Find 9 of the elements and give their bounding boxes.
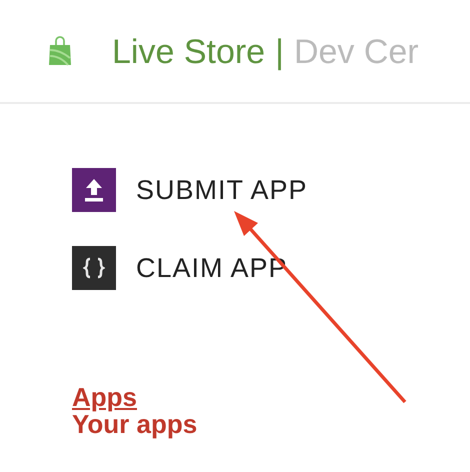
upload-icon: [72, 168, 116, 212]
subtitle: Dev Cer: [294, 32, 419, 72]
nav-link[interactable]: Your apps: [72, 411, 470, 438]
shopping-bag-icon: [48, 36, 72, 66]
action-link[interactable]: SUBMIT APP: [136, 170, 308, 210]
brand-title: Live Store: [112, 32, 266, 72]
title-separator: |: [275, 32, 284, 72]
braces-icon: [72, 246, 116, 290]
nav-link[interactable]: Apps: [72, 384, 470, 411]
